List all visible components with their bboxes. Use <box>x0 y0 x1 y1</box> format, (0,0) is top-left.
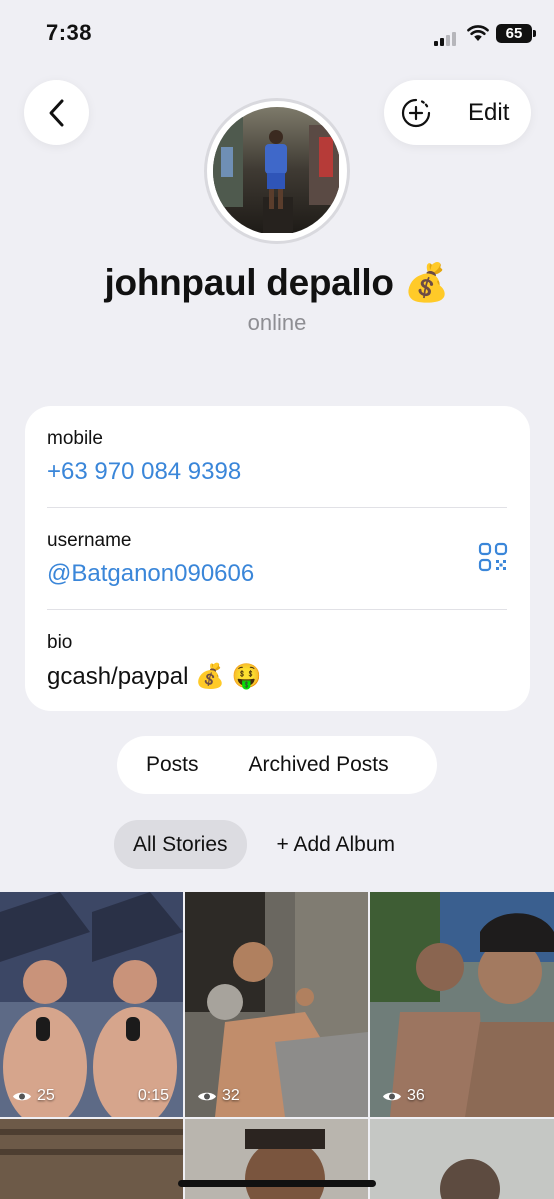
edit-button[interactable]: Edit <box>468 99 509 127</box>
album-filter-row: All Stories + Add Album <box>114 820 395 869</box>
avatar-photo <box>213 107 341 235</box>
posts-tab-bar: Posts Archived Posts <box>117 736 437 794</box>
username-label: username <box>47 530 132 551</box>
eye-icon <box>13 1092 31 1100</box>
qr-code-icon[interactable] <box>478 542 508 572</box>
story-view-count: 32 <box>197 1087 240 1105</box>
add-album-button[interactable]: + Add Album <box>277 833 396 857</box>
divider <box>47 609 507 610</box>
chevron-left-icon <box>49 99 63 126</box>
eye-icon <box>198 1092 216 1100</box>
add-story-icon[interactable] <box>400 97 432 129</box>
story-tile[interactable] <box>0 1119 183 1199</box>
info-card: mobile +63 970 084 9398 username @Batgan… <box>25 406 530 711</box>
presence-status: online <box>247 310 307 335</box>
profile-name: johnpaul depallo 💰 <box>104 262 450 303</box>
story-duration: 0:15 <box>137 1087 169 1104</box>
cellular-signal-icon <box>434 32 456 46</box>
edit-profile-pill: Edit <box>384 80 531 145</box>
home-indicator[interactable] <box>178 1180 376 1187</box>
divider <box>47 507 507 508</box>
story-view-count: 36 <box>382 1087 425 1105</box>
bio-label: bio <box>47 632 73 653</box>
story-tile[interactable]: 25 0:15 <box>0 892 183 1117</box>
story-views: 25 <box>37 1087 55 1104</box>
all-stories-chip[interactable]: All Stories <box>114 820 247 869</box>
wifi-icon <box>467 25 489 41</box>
back-button[interactable] <box>24 80 89 145</box>
bio-text: gcash/paypal 💰 🤑 <box>47 663 262 690</box>
story-view-count: 25 <box>12 1087 55 1105</box>
mobile-label: mobile <box>47 428 103 449</box>
story-tile[interactable]: 36 <box>370 892 554 1117</box>
tab-posts[interactable]: Posts <box>146 753 199 777</box>
story-tile[interactable] <box>185 1119 368 1199</box>
tab-archived-posts[interactable]: Archived Posts <box>249 753 389 777</box>
story-views: 32 <box>222 1087 240 1104</box>
status-time: 7:38 <box>46 20 93 45</box>
battery-icon: 65 <box>496 24 536 43</box>
story-tile[interactable] <box>370 1119 554 1199</box>
bio-row: bio gcash/paypal 💰 🤑 <box>47 632 507 691</box>
mobile-number-link[interactable]: +63 970 084 9398 <box>47 458 507 486</box>
story-views: 36 <box>407 1087 425 1104</box>
story-tile[interactable]: 32 <box>185 892 368 1117</box>
username-link[interactable]: @Batganon090606 <box>47 560 507 588</box>
stories-grid: 25 0:15 32 36 <box>0 892 554 1199</box>
mobile-row[interactable]: mobile +63 970 084 9398 <box>47 428 507 486</box>
status-bar: 7:38 65 <box>0 0 554 70</box>
eye-icon <box>383 1092 401 1100</box>
avatar[interactable] <box>204 98 350 244</box>
username-row[interactable]: username @Batganon090606 <box>47 530 507 588</box>
